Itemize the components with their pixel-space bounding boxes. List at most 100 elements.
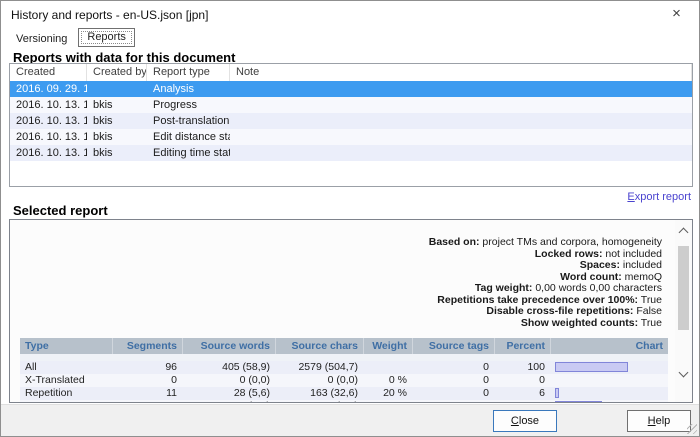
panel-scrollbar[interactable] — [675, 220, 692, 402]
analysis-cell-percent: 0 — [494, 374, 550, 387]
column-header-report-type[interactable]: Report type — [147, 64, 230, 81]
analysis-cell-source_tags: 0 — [412, 387, 494, 400]
analysis-cell-source_words: 28 (5,6) — [182, 387, 275, 400]
column-header-source-tags: Source tags — [412, 338, 494, 354]
report-row[interactable]: 2016. 10. 13. 14:39bkisProgress — [10, 97, 692, 113]
analysis-cell-source_tags: 0 — [412, 361, 494, 374]
analysis-table-body: All96405 (58,9)2579 (504,7)0100X-Transla… — [20, 361, 668, 403]
column-header-created[interactable]: Created — [10, 64, 87, 81]
window-close-icon[interactable]: × — [654, 1, 699, 29]
analysis-row: 101%58267 (0,0)1558 (0,0)0 %065 — [20, 400, 668, 403]
tab-reports[interactable]: Reports — [78, 28, 135, 47]
report-row[interactable]: 2016. 10. 13. 14:40bkisEdit distance sta… — [10, 129, 692, 145]
history-reports-dialog: History and reports - en-US.json [jpn] ×… — [0, 0, 700, 437]
column-header-source-words: Source words — [182, 338, 275, 354]
analysis-cell-weight: 0 % — [363, 374, 412, 387]
tab-versioning-label: Versioning — [16, 33, 67, 45]
column-header-chart: Chart — [550, 338, 668, 354]
analysis-cell-percent: 100 — [494, 361, 550, 374]
column-header-percent: Percent — [494, 338, 550, 354]
analysis-cell-chart — [550, 387, 668, 400]
analysis-cell-chart — [550, 400, 668, 403]
analysis-cell-source_tags: 0 — [412, 400, 494, 403]
report-cell-created: 2016. 10. 13. 14:40 — [10, 113, 87, 129]
analysis-cell-source_words: 405 (58,9) — [182, 361, 275, 374]
column-header-created-by[interactable]: Created by — [87, 64, 147, 81]
report-cell-created_by: bkis — [87, 145, 147, 161]
report-cell-created: 2016. 09. 29. 14:30 — [10, 81, 87, 97]
percent-bar — [555, 362, 628, 372]
tab-strip: Versioning Reports — [9, 31, 135, 47]
analysis-cell-percent: 65 — [494, 400, 550, 403]
analysis-row: All96405 (58,9)2579 (504,7)0100 — [20, 361, 668, 374]
close-button[interactable]: Close — [493, 410, 557, 432]
report-row[interactable]: 2016. 10. 13. 14:40bkisPost-translation … — [10, 113, 692, 129]
scroll-up-icon[interactable] — [675, 223, 692, 240]
help-button[interactable]: Help — [627, 410, 691, 432]
analysis-cell-weight: 0 % — [363, 400, 412, 403]
analysis-table-header: Type Segments Source words Source chars … — [20, 338, 668, 354]
column-header-weight: Weight — [363, 338, 412, 354]
percent-bar — [555, 401, 602, 403]
report-settings: Based on: project TMs and corpora, homog… — [429, 237, 662, 329]
report-cell-created_by — [87, 81, 147, 97]
analysis-cell-weight — [363, 361, 412, 374]
report-cell-note — [230, 113, 692, 129]
scroll-down-icon[interactable] — [675, 366, 692, 383]
analysis-row: X-Translated00 (0,0)0 (0,0)0 %00 — [20, 374, 668, 387]
tab-reports-label: Reports — [87, 31, 126, 43]
analysis-cell-source_chars: 1558 (0,0) — [275, 400, 363, 403]
reports-table-header: Created Created by Report type Note — [10, 64, 692, 81]
report-cell-created_by: bkis — [87, 97, 147, 113]
report-cell-note — [230, 97, 692, 113]
window-title: History and reports - en-US.json [jpn] — [11, 8, 208, 22]
analysis-cell-chart — [550, 361, 668, 374]
reports-table-body: 2016. 09. 29. 14:30Analysis2016. 10. 13.… — [10, 81, 692, 161]
analysis-cell-type: 101% — [20, 400, 112, 403]
report-cell-report_type: Progress — [147, 97, 230, 113]
analysis-cell-source_chars: 0 (0,0) — [275, 374, 363, 387]
report-setting-line: Spaces: included — [429, 260, 662, 272]
analysis-table: Type Segments Source words Source chars … — [20, 338, 668, 403]
selected-report-heading: Selected report — [13, 203, 108, 218]
report-row[interactable]: 2016. 09. 29. 14:30 Analysis — [10, 81, 692, 97]
analysis-cell-type: All — [20, 361, 112, 374]
selected-report-panel: Based on: project TMs and corpora, homog… — [9, 219, 693, 403]
report-cell-created_by: bkis — [87, 129, 147, 145]
analysis-cell-source_tags: 0 — [412, 374, 494, 387]
report-row[interactable]: 2016. 10. 13. 14:40bkisEditing time stat… — [10, 145, 692, 161]
report-cell-created: 2016. 10. 13. 14:40 — [10, 129, 87, 145]
report-cell-report_type: Analysis — [147, 81, 230, 97]
analysis-cell-segments: 11 — [112, 387, 182, 400]
analysis-cell-segments: 0 — [112, 374, 182, 387]
report-cell-note — [230, 145, 692, 161]
resize-grip-icon[interactable] — [687, 424, 697, 434]
analysis-cell-chart — [550, 374, 668, 387]
titlebar: History and reports - en-US.json [jpn] × — [1, 1, 699, 29]
column-header-source-chars: Source chars — [275, 338, 363, 354]
report-cell-created: 2016. 10. 13. 14:40 — [10, 145, 87, 161]
analysis-table-header-spacer — [20, 354, 668, 361]
analysis-cell-source_chars: 2579 (504,7) — [275, 361, 363, 374]
analysis-row: Repetition1128 (5,6)163 (32,6)20 %06 — [20, 387, 668, 400]
column-header-type: Type — [20, 338, 112, 354]
tab-versioning[interactable]: Versioning — [9, 31, 74, 47]
reports-table: Created Created by Report type Note 2016… — [9, 63, 693, 187]
report-cell-note — [230, 129, 692, 145]
dialog-footer: Close Help — [1, 404, 699, 436]
analysis-cell-source_words: 267 (0,0) — [182, 400, 275, 403]
analysis-cell-type: X-Translated — [20, 374, 112, 387]
analysis-cell-segments: 58 — [112, 400, 182, 403]
report-cell-note — [230, 81, 692, 97]
analysis-cell-type: Repetition — [20, 387, 112, 400]
analysis-cell-weight: 20 % — [363, 387, 412, 400]
report-cell-created_by: bkis — [87, 113, 147, 129]
export-report-link[interactable]: Export report — [627, 191, 691, 203]
scrollbar-thumb[interactable] — [678, 246, 689, 330]
column-header-segments: Segments — [112, 338, 182, 354]
report-cell-report_type: Post-translation analysis — [147, 113, 230, 129]
column-header-note[interactable]: Note — [230, 64, 692, 81]
report-cell-report_type: Edit distance statistics — [147, 129, 230, 145]
analysis-cell-source_chars: 163 (32,6) — [275, 387, 363, 400]
report-cell-created: 2016. 10. 13. 14:39 — [10, 97, 87, 113]
